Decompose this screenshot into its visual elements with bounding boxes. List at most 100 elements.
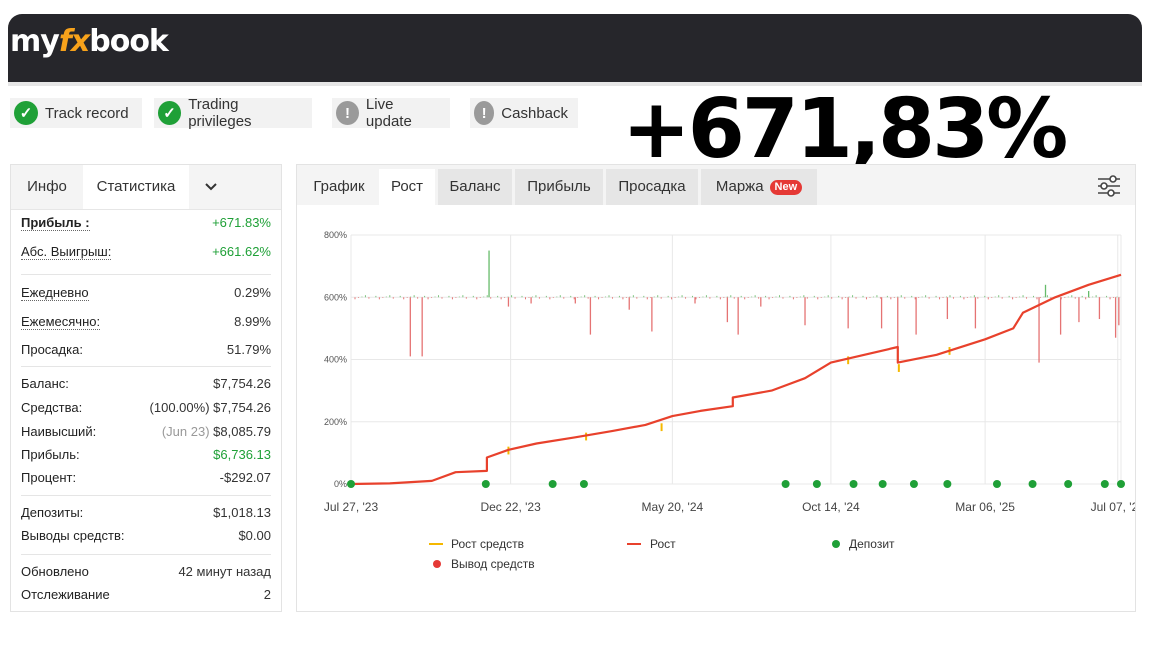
stat-deposits: Депозиты: $1,018.13 — [21, 505, 271, 520]
stat-value: $6,736.13 — [213, 447, 271, 462]
divider — [21, 554, 271, 555]
stat-equity: Средства: (100.00%) $7,754.26 — [21, 400, 271, 415]
y-tick-label: 0% — [334, 479, 347, 489]
stat-daily: Ежедневно 0.29% — [21, 285, 271, 301]
stat-value: +671.83% — [212, 215, 271, 230]
stat-label: Наивысший: — [21, 424, 97, 439]
deposit-point — [481, 480, 490, 488]
stat-interest: Процент: -$292.07 — [21, 470, 271, 485]
stat-value: +661.62% — [212, 244, 271, 259]
stats-tabs: Инфо Статистика — [11, 165, 281, 210]
stat-value: 2 — [263, 587, 271, 602]
legend-deposit-swatch — [832, 540, 840, 548]
badge-track-record[interactable]: ✓ Track record — [10, 98, 142, 128]
badge-live-update[interactable]: ! Live update — [332, 96, 450, 130]
legend-withdraw-swatch — [433, 560, 441, 568]
x-tick-label: Mar 06, '25 — [955, 500, 1015, 514]
stat-value: 0.29% — [234, 285, 271, 300]
badge-label: Cashback — [501, 104, 568, 122]
logo-part-my: my — [10, 24, 60, 59]
logo-part-fx: fx — [58, 24, 90, 59]
stat-label[interactable]: Абс. Выигрыш: — [21, 244, 112, 260]
deposit-point — [1064, 480, 1073, 488]
badge-label: Live update — [365, 96, 412, 130]
stat-value: 42 минут назад — [178, 564, 271, 579]
exclamation-icon: ! — [336, 101, 359, 125]
stat-highest: Наивысший: (Jun 23) $8,085.79 — [21, 424, 271, 439]
growth-series-line — [350, 273, 1122, 486]
stat-label: Просадка: — [21, 342, 83, 357]
x-tick-label: May 20, '24 — [642, 500, 704, 514]
logo-part-book: book — [89, 24, 169, 59]
divider — [21, 366, 271, 367]
x-tick-label: Jul 27, '23 — [324, 500, 379, 514]
badge-label: Trading privileges — [188, 96, 252, 130]
y-tick-label: 200% — [324, 417, 347, 427]
deposit-point — [943, 480, 952, 488]
stat-balance: Баланс: $7,754.26 — [21, 376, 271, 391]
stat-label: Прибыль: — [21, 447, 80, 462]
checkmark-icon: ✓ — [158, 101, 182, 125]
legend-equity-label: Рост средств — [451, 537, 524, 551]
stat-profit: Прибыль : +671.83% — [21, 215, 271, 231]
deposit-point — [1028, 480, 1037, 488]
tab-statistics[interactable]: Статистика — [83, 165, 189, 209]
statistics-panel: Инфо Статистика Прибыль : +671.83% Абс. В… — [10, 164, 282, 612]
top-navbar — [8, 14, 1142, 82]
checkmark-icon: ✓ — [14, 101, 38, 125]
stat-value: 51.79% — [226, 342, 271, 357]
stat-label: Депозиты: — [21, 505, 84, 520]
stat-label[interactable]: Прибыль : — [21, 215, 90, 231]
stat-label: Баланс: — [21, 376, 69, 391]
stat-value: $8,085.79 — [213, 424, 271, 439]
stat-value: $0.00 — [238, 528, 271, 543]
legend-deposit-label: Депозит — [849, 537, 895, 551]
deposit-point — [548, 480, 557, 488]
stat-value: -$292.07 — [219, 470, 271, 485]
growth-chart: 0% 200% 400% 600% 800% Jul 27, '23 Dec 22, '23… — [324, 230, 1135, 571]
stat-abs-gain: Абс. Выигрыш: +661.62% — [21, 244, 271, 260]
legend-growth-label: Рост — [650, 537, 676, 551]
stat-label: Обновлено — [21, 564, 89, 579]
badge-trading-privileges[interactable]: ✓ Trading privileges — [154, 96, 312, 130]
divider — [21, 495, 271, 496]
x-tick-label: Oct 14, '24 — [802, 500, 860, 514]
deposit-point — [1117, 480, 1125, 488]
highest-date: (Jun 23) — [161, 424, 210, 439]
stat-value: 8.99% — [234, 314, 271, 329]
badge-label: Track record — [45, 104, 129, 122]
equity-percent: (100.00%) — [149, 400, 210, 415]
stat-label[interactable]: Ежедневно — [21, 285, 89, 301]
deposit-point — [849, 480, 858, 488]
stat-tracking: Отслеживание 2 — [21, 587, 271, 602]
chevron-down-icon[interactable] — [199, 165, 223, 209]
stat-label: Выводы средств: — [21, 528, 125, 543]
deposit-point — [878, 480, 887, 488]
stat-monthly: Ежемесячно: 8.99% — [21, 314, 271, 330]
tab-info[interactable]: Инфо — [11, 165, 83, 209]
badge-cashback[interactable]: ! Cashback — [470, 98, 578, 128]
chart-panel: График Рост Баланс Прибыль Просадка Марж… — [296, 164, 1136, 612]
divider — [21, 274, 271, 275]
stat-value: $7,754.26 — [213, 376, 271, 391]
stat-withdrawals: Выводы средств: $0.00 — [21, 528, 271, 543]
stat-drawdown: Просадка: 51.79% — [21, 342, 271, 357]
deposit-point — [347, 480, 355, 488]
y-tick-label: 400% — [324, 355, 347, 365]
myfxbook-logo[interactable]: myfxbook — [10, 24, 169, 59]
deposit-point — [812, 480, 821, 488]
stat-label: Процент: — [21, 470, 77, 485]
stat-profit-amount: Прибыль: $6,736.13 — [21, 447, 271, 462]
deposit-point — [909, 480, 918, 488]
legend-withdraw-label: Вывод средств — [451, 557, 535, 571]
deposit-point — [579, 480, 588, 488]
stat-value: $1,018.13 — [213, 505, 271, 520]
y-tick-label: 800% — [324, 230, 347, 240]
stat-label: Отслеживание — [21, 587, 110, 602]
deposit-point — [1100, 480, 1109, 488]
stat-label: Средства: — [21, 400, 83, 415]
stat-value: $7,754.26 — [213, 400, 271, 415]
x-tick-label: Jul 07, '25 — [1091, 500, 1135, 514]
stat-label[interactable]: Ежемесячно: — [21, 314, 101, 330]
deposit-point — [992, 480, 1001, 488]
